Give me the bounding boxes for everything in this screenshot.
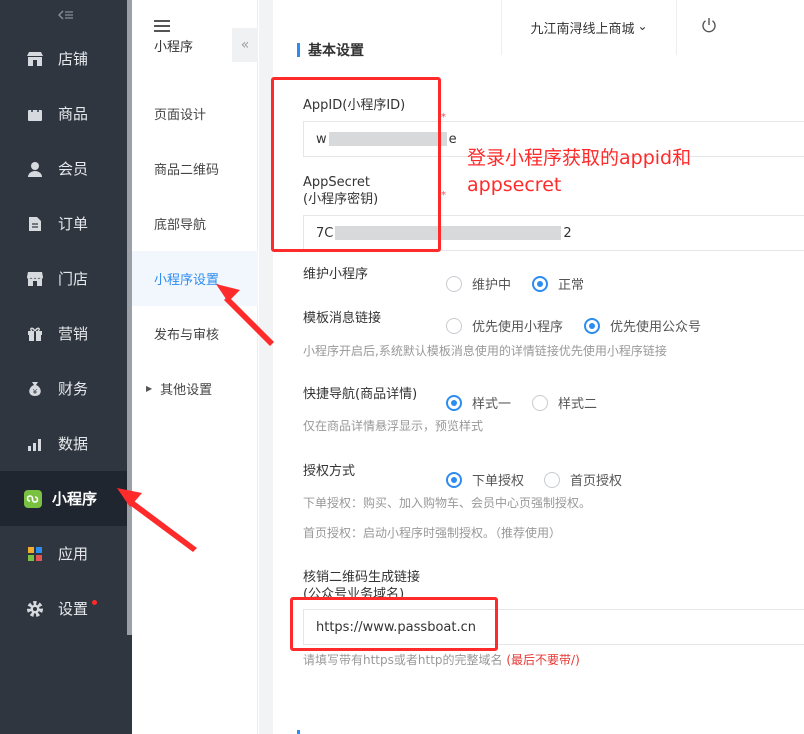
sidebar-item-goods[interactable]: 商品 <box>0 86 132 141</box>
submenu-item-bottom-nav[interactable]: 底部导航 <box>132 196 258 251</box>
sidebar-item-store[interactable]: 店铺 <box>0 31 132 86</box>
template-link-hint: 小程序开启后,系统默认模板消息使用的详情链接优先使用小程序链接 <box>303 344 667 358</box>
sidebar-item-label: 店铺 <box>58 50 89 68</box>
radio-prefer-official-account[interactable]: 优先使用公众号 <box>584 316 701 335</box>
sidebar-item-label: 会员 <box>58 160 89 178</box>
menu-icon[interactable] <box>154 20 170 32</box>
required-mark: * <box>441 190 446 201</box>
submenu-item-label: 商品二维码 <box>154 163 220 178</box>
sidebar-item-label: 订单 <box>58 215 89 233</box>
radio-style-one[interactable]: 样式一 <box>446 393 511 412</box>
gift-icon <box>26 325 44 343</box>
caret-right-icon: ▶ <box>146 384 153 393</box>
maintain-label: 维护小程序 <box>303 267 369 282</box>
bar-chart-icon <box>26 435 44 453</box>
sidebar-item-apps[interactable]: 应用 <box>0 526 132 581</box>
collapse-icon[interactable] <box>0 0 132 30</box>
section-title: 基本设置 <box>297 40 364 60</box>
radio-style-two[interactable]: 样式二 <box>532 393 597 412</box>
sidebar-item-order[interactable]: 订单 <box>0 196 132 251</box>
radio-normal[interactable]: 正常 <box>532 274 584 293</box>
submenu-title: 小程序 <box>154 40 194 55</box>
sidebar-item-settings[interactable]: 设置 <box>0 581 132 636</box>
submenu-panel: 小程序 « 页面设计 商品二维码 底部导航 小程序设置 发布与审核 ▶ 其他设置 <box>132 0 258 734</box>
submenu-item-other-settings[interactable]: ▶ 其他设置 <box>132 361 258 416</box>
submenu-item-goods-qrcode[interactable]: 商品二维码 <box>132 141 258 196</box>
money-bag-icon: ¥ <box>26 380 44 398</box>
annotation-text: 登录小程序获取的appid和 appsecret <box>467 147 692 196</box>
verify-link-hint: 请填写带有https或者http的完整域名 (最后不要带/) <box>303 653 580 667</box>
submenu-item-miniprogram-settings[interactable]: 小程序设置 <box>132 251 258 306</box>
miniprogram-icon <box>24 489 42 508</box>
next-section-bar <box>297 730 300 734</box>
submenu-header: 小程序 <box>154 20 193 55</box>
submenu-item-label: 页面设计 <box>154 108 207 123</box>
submenu-item-page-design[interactable]: 页面设计 <box>132 86 258 141</box>
submenu-item-label: 底部导航 <box>154 218 207 233</box>
auth-label: 授权方式 <box>303 464 356 479</box>
shop-icon <box>26 270 44 288</box>
bag-icon <box>26 105 44 123</box>
store-icon <box>26 50 44 68</box>
notification-dot <box>92 600 98 605</box>
submenu-item-label: 小程序设置 <box>154 273 220 288</box>
sidebar-item-data[interactable]: 数据 <box>0 416 132 471</box>
sidebar-item-marketing[interactable]: 营销 <box>0 306 132 361</box>
sidebar-item-label: 商品 <box>58 105 89 123</box>
gear-icon <box>26 600 44 618</box>
highlight-box-credentials <box>271 77 441 252</box>
auth-hint-home: 首页授权：启动小程序时强制授权。（推荐使用） <box>303 526 562 540</box>
sidebar-item-miniprogram[interactable]: 小程序 <box>0 471 132 526</box>
fold-submenu-button[interactable]: « <box>232 28 258 62</box>
radio-maintaining[interactable]: 维护中 <box>446 274 511 293</box>
sidebar-item-label: 门店 <box>58 270 89 288</box>
sidebar-item-label: 营销 <box>58 325 89 343</box>
double-chevron-left-icon: « <box>240 37 250 53</box>
main-sidebar: 店铺 商品 会员 订单 门店 营销 ¥ 财务 数据 小程序 应用 设置 <box>0 0 132 734</box>
document-icon <box>26 215 44 233</box>
sidebar-item-label: 设置 <box>58 600 89 618</box>
submenu-item-label: 发布与审核 <box>154 328 220 343</box>
sidebar-item-label: 小程序 <box>52 490 98 508</box>
highlight-box-domain <box>290 597 498 651</box>
sidebar-item-label: 数据 <box>58 435 89 453</box>
sidebar-item-finance[interactable]: ¥ 财务 <box>0 361 132 416</box>
template-link-label: 模板消息链接 <box>303 311 382 326</box>
sidebar-item-label: 应用 <box>58 545 89 563</box>
radio-prefer-miniprogram[interactable]: 优先使用小程序 <box>446 316 563 335</box>
sidebar-item-shop[interactable]: 门店 <box>0 251 132 306</box>
submenu-item-publish-review[interactable]: 发布与审核 <box>132 306 258 361</box>
auth-hint-order: 下单授权：购买、加入购物车、会员中心页强制授权。 <box>303 496 592 510</box>
svg-text:¥: ¥ <box>33 388 38 396</box>
radio-home-auth[interactable]: 首页授权 <box>544 470 622 489</box>
sidebar-item-member[interactable]: 会员 <box>0 141 132 196</box>
quick-nav-label: 快捷导航(商品详情) <box>303 387 418 402</box>
submenu-item-label: 其他设置 <box>160 383 213 398</box>
user-icon <box>26 160 44 178</box>
quick-nav-hint: 仅在商品详情悬浮显示，预览样式 <box>303 419 484 433</box>
sidebar-item-label: 财务 <box>58 380 89 398</box>
apps-icon <box>26 545 44 563</box>
radio-order-auth[interactable]: 下单授权 <box>446 470 524 489</box>
